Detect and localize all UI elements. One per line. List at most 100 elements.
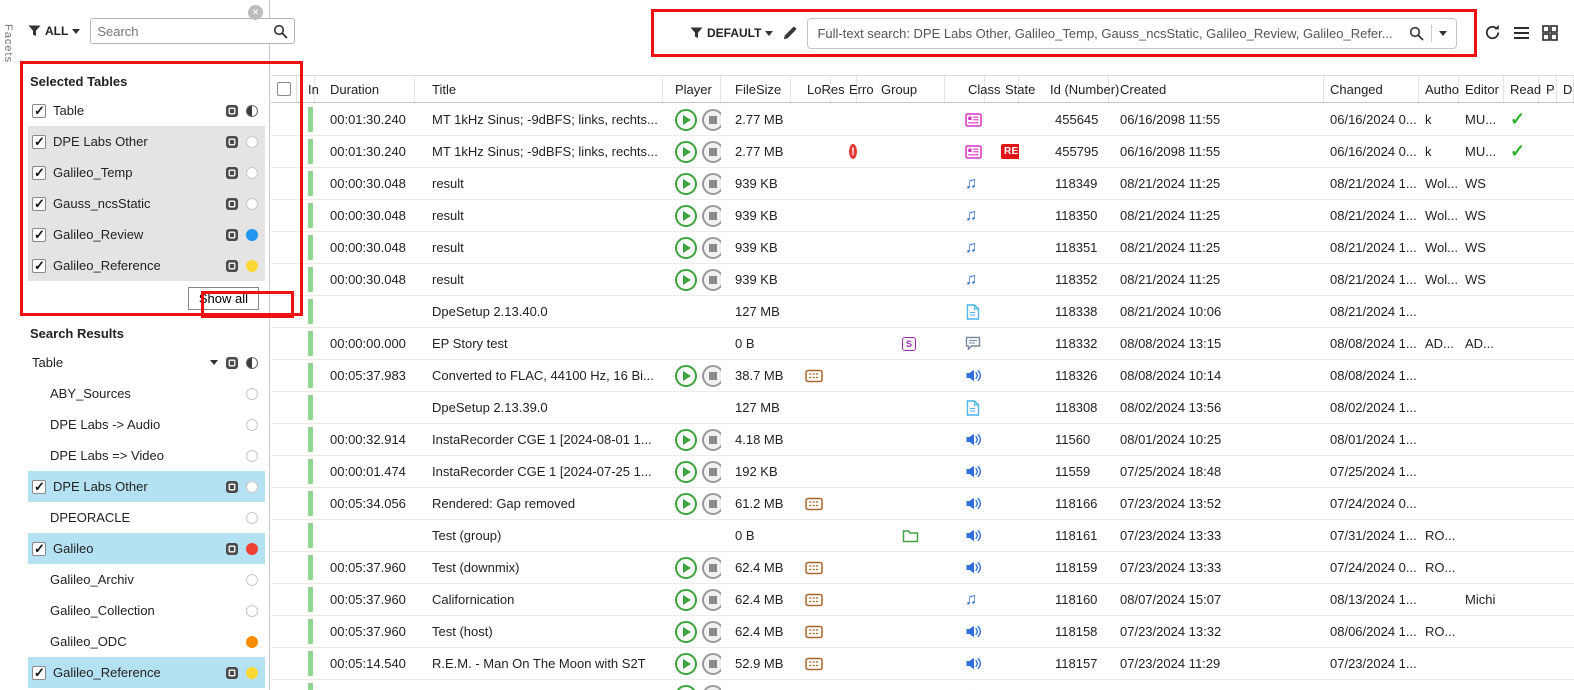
table-row[interactable]: 00:05:37.983Converted to FLAC, 44100 Hz,… [271,360,1574,392]
column-header-editor[interactable]: Editor [1459,76,1504,102]
column-header-changed[interactable]: Changed [1324,76,1419,102]
stop-button[interactable] [702,493,721,515]
close-icon[interactable]: ✕ [248,5,263,20]
column-header-read[interactable]: Read [1504,76,1539,102]
facet-checkbox[interactable] [32,228,46,242]
facet-checkbox[interactable] [32,666,46,680]
table-row[interactable]: 00:00:00.000EP Story test0 BS11833208/08… [271,328,1574,360]
search-icon[interactable] [1409,26,1424,41]
table-row[interactable]: 00:00:32.914InstaRecorder CGE 1 [2024-08… [271,424,1574,456]
stop-button[interactable] [702,653,721,675]
search-result-item[interactable]: Galileo_Archiv [28,564,265,595]
play-button[interactable] [675,269,697,291]
search-result-item[interactable]: Galileo_ODC [28,626,265,657]
selected-table-item[interactable]: Galileo_Review [28,219,265,250]
stop-button[interactable] [702,589,721,611]
play-button[interactable] [675,493,697,515]
table-row[interactable]: 00:00:01.474InstaRecorder CGE 1 [2024-07… [271,456,1574,488]
stop-button[interactable] [702,109,721,131]
column-header-duration[interactable]: Duration [315,76,415,102]
table-row[interactable]: 00:05:14.540R.E.M. - Man On The Moon wit… [271,648,1574,680]
stop-button[interactable] [702,365,721,387]
stop-button[interactable] [702,621,721,643]
play-button[interactable] [675,589,697,611]
column-header-filesize[interactable]: FileSize [721,76,791,102]
facet-search-box[interactable] [90,18,295,44]
facet-checkbox[interactable] [32,166,46,180]
table-row[interactable]: 00:01:30.240MT 1kHz Sinus; -9dBFS; links… [271,104,1574,136]
search-result-item[interactable]: Galileo_Reference [28,657,265,688]
column-header-group[interactable]: Group [857,76,945,102]
search-icon[interactable] [273,24,288,39]
table-row[interactable]: 00:05:37.960Californication62.4 MB♫11816… [271,584,1574,616]
facet-checkbox[interactable] [32,197,46,211]
table-row[interactable] [271,680,1574,690]
play-button[interactable] [675,429,697,451]
facet-checkbox[interactable] [32,542,46,556]
play-button[interactable] [675,365,697,387]
search-result-item[interactable]: Galileo_Collection [28,595,265,626]
stop-button[interactable] [702,205,721,227]
selected-table-item[interactable]: DPE Labs Other [28,126,265,157]
table-row[interactable]: 00:05:37.960Test (downmix)62.4 MB1181590… [271,552,1574,584]
select-all-checkbox[interactable] [277,82,291,96]
table-row[interactable]: DpeSetup 2.13.40.0127 MB11833808/21/2024… [271,296,1574,328]
column-header-state[interactable]: State [985,76,1019,102]
stop-button[interactable] [702,429,721,451]
play-button[interactable] [675,237,697,259]
stop-button[interactable] [702,237,721,259]
table-row[interactable]: 00:05:37.960Test (host)62.4 MB11815807/2… [271,616,1574,648]
column-header-lores[interactable]: LoRes [791,76,831,102]
edit-pencil-icon[interactable] [782,25,798,41]
search-result-item[interactable]: Table [28,347,265,378]
column-header-author[interactable]: Autho [1419,76,1459,102]
column-header-in[interactable]: In [297,76,315,102]
column-header-class[interactable]: Class [945,76,985,102]
stop-button[interactable] [702,173,721,195]
table-row[interactable]: Test (group)0 B11816107/23/2024 13:3307/… [271,520,1574,552]
selected-table-item[interactable]: Gauss_ncsStatic [28,188,265,219]
column-header-id[interactable]: Id (Number) [1019,76,1109,102]
selected-table-item[interactable]: Table [28,95,265,126]
column-header-error[interactable]: Erro [831,76,857,102]
table-row[interactable]: 00:05:34.056Rendered: Gap removed61.2 MB… [271,488,1574,520]
play-button[interactable] [675,461,697,483]
stop-button[interactable] [702,269,721,291]
table-row[interactable]: 00:00:30.048result939 KB♫11835008/21/202… [271,200,1574,232]
facets-tab[interactable]: Facets [2,24,14,63]
play-button[interactable] [675,685,697,690]
play-button[interactable] [675,653,697,675]
play-button[interactable] [675,173,697,195]
column-header-title[interactable]: Title [415,76,663,102]
selected-table-item[interactable]: Galileo_Temp [28,157,265,188]
play-button[interactable] [675,557,697,579]
table-row[interactable]: 00:00:30.048result939 KB♫11835108/21/202… [271,232,1574,264]
search-result-item[interactable]: DPEORACLE [28,502,265,533]
search-result-item[interactable]: DPE Labs Other [28,471,265,502]
list-view-icon[interactable] [1513,26,1530,40]
stop-button[interactable] [702,557,721,579]
preset-dropdown[interactable]: DEFAULT [690,26,773,40]
play-button[interactable] [675,141,697,163]
facet-checkbox[interactable] [32,480,46,494]
stop-button[interactable] [702,685,721,690]
facet-checkbox[interactable] [32,104,46,118]
table-row[interactable]: 00:00:30.048result939 KB♫11834908/21/202… [271,168,1574,200]
stop-button[interactable] [702,461,721,483]
facet-checkbox[interactable] [32,135,46,149]
fulltext-search-input[interactable]: Full-text search: DPE Labs Other, Galile… [807,18,1457,49]
play-button[interactable] [675,205,697,227]
column-header-d[interactable]: D [1557,76,1574,102]
facet-checkbox[interactable] [32,259,46,273]
stop-button[interactable] [702,141,721,163]
column-header-player[interactable]: Player [663,76,721,102]
search-result-item[interactable]: Galileo [28,533,265,564]
search-result-item[interactable]: DPE Labs => Video [28,440,265,471]
facet-search-input[interactable] [97,24,273,39]
column-header-p[interactable]: P [1539,76,1557,102]
table-row[interactable]: DpeSetup 2.13.39.0127 MB11830808/02/2024… [271,392,1574,424]
refresh-icon[interactable] [1484,24,1501,41]
grid-view-icon[interactable] [1542,25,1558,41]
search-result-item[interactable]: ABY_Sources [28,378,265,409]
column-header-created[interactable]: Created [1109,76,1324,102]
